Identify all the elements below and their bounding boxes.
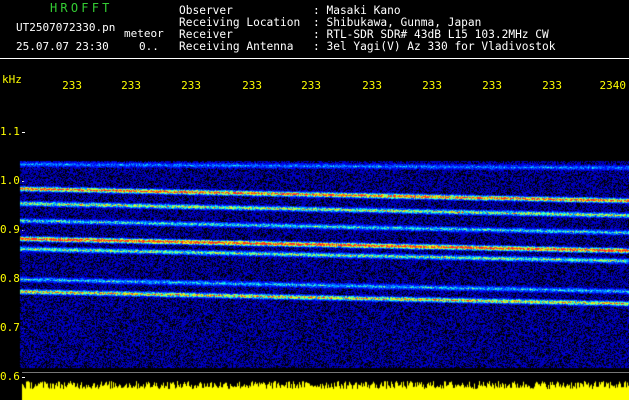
receiver-label: Receiver xyxy=(179,28,233,41)
antenna-value: : 3el Yagi(V) Az 330 for Vladivostok xyxy=(313,40,556,53)
observer-label: Observer xyxy=(179,4,233,17)
noise-baseline xyxy=(22,372,629,373)
x-tick-label: 233 xyxy=(181,79,201,92)
x-tick-label: 233 xyxy=(362,79,382,92)
x-tick-label: 2340 xyxy=(599,79,627,92)
spectrogram-waterfall xyxy=(0,93,629,400)
app-title: HROFFT xyxy=(50,1,113,15)
header-divider xyxy=(0,58,629,59)
y-axis-unit: kHz xyxy=(2,73,22,86)
x-tick-label: 233 xyxy=(542,79,562,92)
location-label: Receiving Location xyxy=(179,16,301,29)
file-name: UT2507072330.pn xyxy=(16,21,116,34)
x-tick-label: 233 xyxy=(121,79,141,92)
antenna-label: Receiving Antenna xyxy=(179,40,294,53)
x-tick-label: 233 xyxy=(62,79,82,92)
counter-value: 0.. xyxy=(139,40,159,53)
date-time: 25.07.07 23:30 xyxy=(16,40,109,53)
receiver-value: : RTL-SDR SDR# 43dB L15 103.2MHz CW xyxy=(313,28,549,41)
x-tick-label: 233 xyxy=(422,79,442,92)
detection-tag: meteor xyxy=(124,27,164,40)
x-tick-label: 233 xyxy=(242,79,262,92)
observer-value: : Masaki Kano xyxy=(313,4,401,17)
x-tick-label: 233 xyxy=(301,79,321,92)
x-tick-label: 233 xyxy=(482,79,502,92)
location-value: : Shibukawa, Gunma, Japan xyxy=(313,16,482,29)
